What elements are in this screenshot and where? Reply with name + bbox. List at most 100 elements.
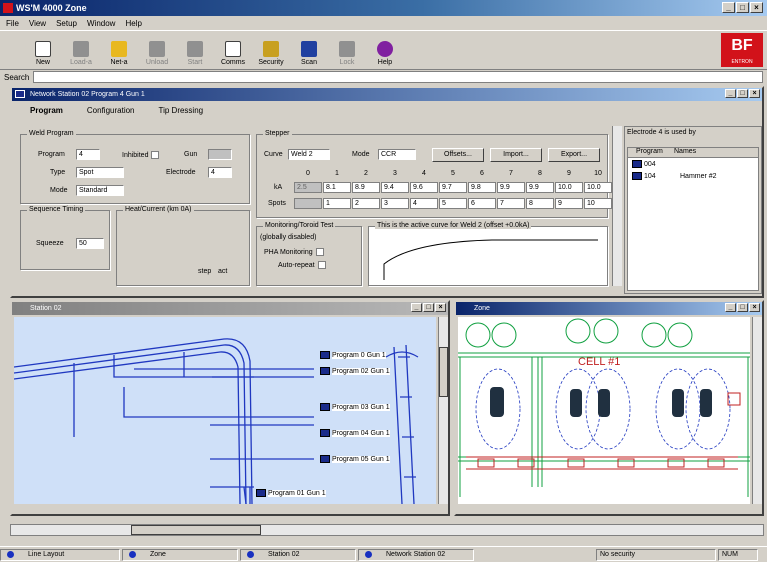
ka-cell[interactable]: 8.1 xyxy=(323,182,351,193)
station-vertical-scrollbar[interactable] xyxy=(438,317,448,504)
scrollbar-thumb[interactable] xyxy=(131,525,261,535)
spots-cell[interactable]: 3 xyxy=(381,198,409,209)
zone-window-titlebar[interactable]: Zone _ □ × xyxy=(456,302,762,315)
close-icon[interactable]: × xyxy=(749,89,760,98)
new-document-icon xyxy=(35,41,51,57)
spots-cell[interactable]: 8 xyxy=(526,198,554,209)
offsets-button[interactable]: Offsets... xyxy=(432,148,484,162)
search-input[interactable] xyxy=(33,71,763,83)
ka-cell[interactable]: 9.7 xyxy=(439,182,467,193)
type-select[interactable]: Spot xyxy=(76,167,124,178)
program-icon xyxy=(256,489,266,497)
security-button[interactable]: Security xyxy=(252,41,290,66)
help-button[interactable]: Help xyxy=(366,41,404,66)
menu-window[interactable]: Window xyxy=(87,19,115,28)
scan-button[interactable]: Scan xyxy=(290,41,328,66)
app-titlebar[interactable]: WS'M 4000 Zone _ □ × xyxy=(0,0,767,16)
spots-cell[interactable]: 2 xyxy=(352,198,380,209)
station-program-label[interactable]: Program 0 Gun 1 xyxy=(320,351,386,359)
list-item[interactable]: 004 xyxy=(628,158,758,170)
import-button[interactable]: Import... xyxy=(490,148,542,162)
minimize-icon[interactable]: _ xyxy=(722,2,735,13)
minimize-icon[interactable]: _ xyxy=(725,89,736,98)
gun-spinner[interactable] xyxy=(208,149,232,160)
program-icon xyxy=(320,403,330,411)
names-column-header[interactable]: Names xyxy=(674,148,696,157)
station-program-label[interactable]: Program 03 Gun 1 xyxy=(320,403,390,411)
curve-select[interactable]: Weld 2 xyxy=(288,149,330,160)
ka-cell[interactable]: 9.9 xyxy=(497,182,525,193)
list-item[interactable]: 104 Hammer #2 xyxy=(628,170,758,182)
station-program-label[interactable]: Program 05 Gun 1 xyxy=(320,455,390,463)
ka-cell[interactable]: 10.0 xyxy=(555,182,583,193)
new-button[interactable]: New xyxy=(24,41,62,66)
pha-monitoring-checkbox[interactable] xyxy=(315,248,324,256)
unload-button[interactable]: Unload xyxy=(138,41,176,66)
minimize-icon[interactable]: _ xyxy=(725,303,736,312)
spots-cell[interactable]: 7 xyxy=(497,198,525,209)
maximize-icon[interactable]: □ xyxy=(736,2,749,13)
electrode-usage-list[interactable]: Program Names 004 104 Hammer #2 xyxy=(627,147,759,291)
task-line-layout[interactable]: Line Layout xyxy=(0,548,120,561)
close-icon[interactable]: × xyxy=(435,303,446,312)
ka-cell[interactable]: 9.8 xyxy=(468,182,496,193)
ka-cell[interactable]: 9.6 xyxy=(410,182,438,193)
menu-setup[interactable]: Setup xyxy=(56,19,77,28)
menu-view[interactable]: View xyxy=(29,19,46,28)
minimize-icon[interactable]: _ xyxy=(411,303,422,312)
mode-select[interactable]: Standard xyxy=(76,185,124,196)
mdi-horizontal-scrollbar[interactable] xyxy=(10,524,764,536)
net-button[interactable]: Net-a xyxy=(100,41,138,66)
close-icon[interactable]: × xyxy=(749,303,760,312)
main-window: WS'M 4000 Zone _ □ × File View Setup Win… xyxy=(0,0,767,562)
maximize-icon[interactable]: □ xyxy=(737,89,748,98)
program-spinner[interactable]: 4 xyxy=(76,149,100,160)
ka-cell[interactable]: 9.9 xyxy=(526,182,554,193)
electrode-panel-title: Electrode 4 is used by xyxy=(627,129,696,136)
station-program-label[interactable]: Program 04 Gun 1 xyxy=(320,429,390,437)
tab-configuration[interactable]: Configuration xyxy=(73,106,135,115)
ka-cell[interactable]: 10.0 xyxy=(584,182,612,193)
task-station[interactable]: Station 02 xyxy=(240,548,356,561)
task-network[interactable]: Network Station 02 xyxy=(358,548,474,561)
task-zone[interactable]: Zone xyxy=(122,548,238,561)
spots-cell[interactable]: 4 xyxy=(410,198,438,209)
scrollbar-thumb[interactable] xyxy=(439,347,448,397)
station-program-label[interactable]: Program 02 Gun 1 xyxy=(320,367,390,375)
spots-cell[interactable]: 10 xyxy=(584,198,612,209)
zone-drawing-canvas[interactable]: CELL #1 xyxy=(458,317,750,504)
zone-vertical-scrollbar[interactable] xyxy=(752,317,762,504)
menu-help[interactable]: Help xyxy=(125,19,141,28)
spots-cell[interactable]: 1 xyxy=(323,198,351,209)
electrode-spinner[interactable]: 4 xyxy=(208,167,232,178)
squeeze-spinner[interactable]: 50 xyxy=(76,238,104,249)
close-icon[interactable]: × xyxy=(750,2,763,13)
station-window-titlebar[interactable]: Station 02 _ □ × xyxy=(12,302,448,315)
start-button[interactable]: Start xyxy=(176,41,214,66)
export-button[interactable]: Export... xyxy=(548,148,600,162)
spots-cell[interactable]: 6 xyxy=(468,198,496,209)
stepper-mode-select[interactable]: CCR xyxy=(378,149,416,160)
spots-cell[interactable] xyxy=(294,198,322,209)
network-vertical-scrollbar[interactable] xyxy=(612,126,622,286)
maximize-icon[interactable]: □ xyxy=(737,303,748,312)
tab-tip-dressing[interactable]: Tip Dressing xyxy=(145,106,204,115)
station-drawing-canvas[interactable]: Program 0 Gun 1 Program 02 Gun 1 Program 0… xyxy=(14,317,436,504)
ka-cell[interactable]: 9.4 xyxy=(381,182,409,193)
menu-file[interactable]: File xyxy=(6,19,19,28)
auto-repeat-checkbox[interactable] xyxy=(317,261,326,269)
spots-cell[interactable]: 5 xyxy=(439,198,467,209)
ka-cell[interactable]: 8.9 xyxy=(352,182,380,193)
network-window-titlebar[interactable]: Network Station 02 Program 4 Gun 1 _ □ × xyxy=(12,88,762,101)
spots-cell[interactable]: 9 xyxy=(555,198,583,209)
program-column-header[interactable]: Program xyxy=(628,148,674,157)
load-button[interactable]: Load-a xyxy=(62,41,100,66)
ka-cell[interactable]: 2.5 xyxy=(294,182,322,193)
tab-program[interactable]: Program xyxy=(16,106,63,115)
maximize-icon[interactable]: □ xyxy=(423,303,434,312)
step-label: step xyxy=(198,268,212,275)
comms-button[interactable]: Comms xyxy=(214,41,252,66)
lock-button[interactable]: Lock xyxy=(328,41,366,66)
station-program-label[interactable]: Program 01 Gun 1 xyxy=(256,489,326,497)
inhibited-checkbox[interactable] xyxy=(151,151,160,159)
